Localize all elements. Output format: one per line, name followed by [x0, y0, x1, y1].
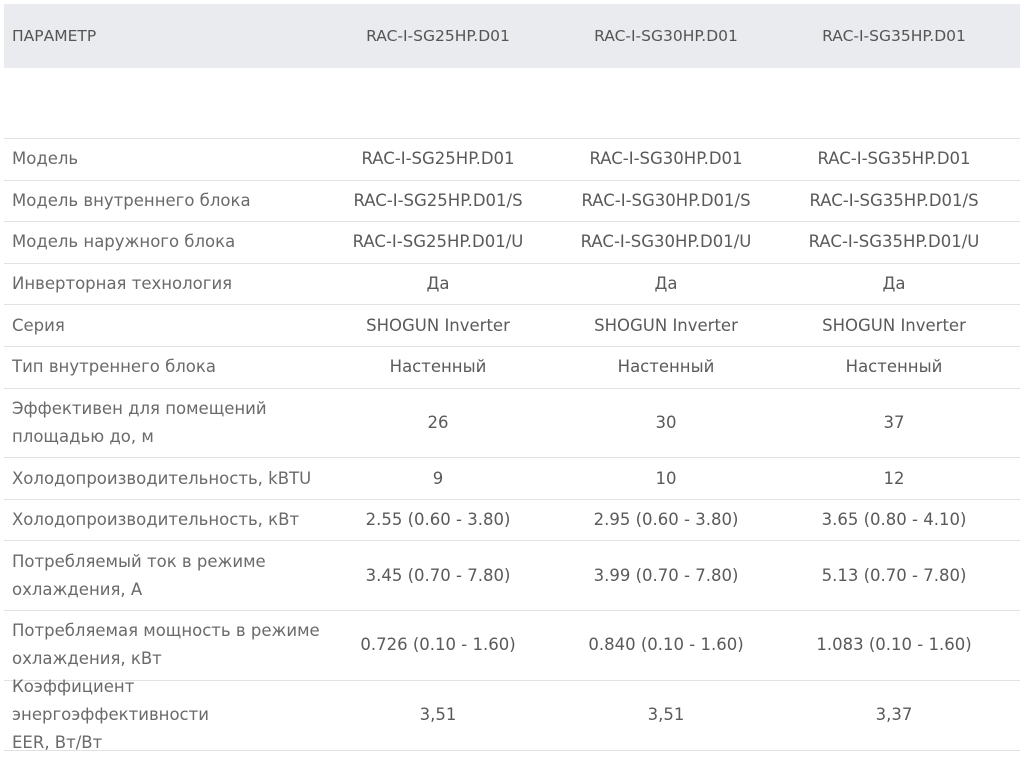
row-label: Потребляемая мощность в режиме охлаждени…: [4, 617, 324, 673]
row-label-line: EER, Вт/Вт: [12, 733, 103, 753]
row-value: 10: [655, 468, 677, 488]
row-label-line: площадью до, м: [12, 426, 154, 446]
row-value: 1.083 (0.10 - 1.60): [816, 635, 972, 655]
row-value: RAC-I-SG25HP.D01/S: [353, 190, 523, 210]
table-row: Серия SHOGUN Inverter SHOGUN Inverter SH…: [4, 305, 1020, 347]
header-model-1: RAC-I-SG25HP.D01: [366, 27, 510, 45]
table-row: Потребляемый ток в режиме охлаждения, А …: [4, 541, 1020, 612]
row-label-line: охлаждения, кВт: [12, 649, 162, 669]
row-value: SHOGUN Inverter: [822, 315, 966, 335]
header-model-3: RAC-I-SG35HP.D01: [822, 27, 966, 45]
header-param-label: ПАРАМЕТР: [12, 27, 97, 45]
row-value: RAC-I-SG30HP.D01/U: [580, 232, 752, 252]
row-value: 3,37: [875, 705, 913, 725]
table-row: Эффективен для помещений площадью до, м …: [4, 389, 1020, 459]
table-row: Модель RAC-I-SG25HP.D01 RAC-I-SG30HP.D01…: [4, 139, 1020, 181]
row-label-line: охлаждения, А: [12, 579, 143, 599]
table-row: Инверторная технология Да Да Да: [4, 264, 1020, 306]
row-value: 2.55 (0.60 - 3.80): [365, 510, 511, 530]
row-value: 3.45 (0.70 - 7.80): [365, 565, 511, 585]
row-value: Настенный: [617, 357, 715, 377]
row-value: Настенный: [845, 357, 943, 377]
table-row: Холодопроизводительность, кВт 2.55 (0.60…: [4, 500, 1020, 542]
row-label: Коэффициент энергоэффективности EER, Вт/…: [4, 673, 324, 757]
row-value: 3.65 (0.80 - 4.10): [821, 510, 967, 530]
row-value: 3,51: [647, 705, 685, 725]
table-row: Тип внутреннего блока Настенный Настенны…: [4, 347, 1020, 389]
row-value: RAC-I-SG30HP.D01: [589, 149, 743, 169]
row-value: 9: [432, 468, 444, 488]
row-label: Потребляемый ток в режиме охлаждения, А: [4, 548, 324, 604]
row-label: Модель: [12, 149, 79, 169]
row-value: SHOGUN Inverter: [366, 315, 510, 335]
table-row: Модель внутреннего блока RAC-I-SG25HP.D0…: [4, 181, 1020, 223]
row-label-line: Коэффициент энергоэффективности: [12, 677, 209, 725]
row-value: RAC-I-SG35HP.D01: [817, 149, 971, 169]
table-row: Коэффициент энергоэффективности EER, Вт/…: [4, 677, 1020, 752]
row-value: 3.99 (0.70 - 7.80): [593, 565, 739, 585]
row-value: 26: [427, 412, 449, 432]
row-value: 12: [883, 468, 905, 488]
row-value: RAC-I-SG25HP.D01: [361, 149, 515, 169]
row-label: Тип внутреннего блока: [12, 357, 216, 377]
row-label: Холодопроизводительность, kBTU: [12, 468, 312, 488]
row-label: Инверторная технология: [12, 274, 233, 294]
row-label: Модель наружного блока: [12, 232, 236, 252]
spec-table: Модель RAC-I-SG25HP.D01 RAC-I-SG30HP.D01…: [4, 138, 1020, 752]
row-value: Да: [426, 274, 450, 294]
row-value: 30: [655, 412, 677, 432]
row-label: Эффективен для помещений площадью до, м: [4, 395, 324, 451]
row-value: 37: [883, 412, 905, 432]
row-value: Да: [882, 274, 906, 294]
row-value: 2.95 (0.60 - 3.80): [593, 510, 739, 530]
row-label-line: Эффективен для помещений: [12, 398, 267, 418]
row-value: RAC-I-SG25HP.D01/U: [352, 232, 524, 252]
table-row: Модель наружного блока RAC-I-SG25HP.D01/…: [4, 222, 1020, 264]
row-label: Серия: [12, 315, 65, 335]
row-label: Модель внутреннего блока: [12, 190, 251, 210]
row-value: 5.13 (0.70 - 7.80): [821, 565, 967, 585]
row-value: Да: [654, 274, 678, 294]
row-value: 3,51: [419, 705, 457, 725]
row-label-line: Потребляемая мощность в режиме: [12, 621, 320, 641]
row-value: RAC-I-SG35HP.D01/U: [808, 232, 980, 252]
row-value: SHOGUN Inverter: [594, 315, 738, 335]
row-label: Холодопроизводительность, кВт: [12, 510, 300, 530]
row-value: RAC-I-SG35HP.D01/S: [809, 190, 979, 210]
row-label-line: Потребляемый ток в режиме: [12, 551, 266, 571]
row-value: RAC-I-SG30HP.D01/S: [581, 190, 751, 210]
table-row: Холодопроизводительность, kBTU 9 10 12: [4, 458, 1020, 500]
table-header: ПАРАМЕТР RAC-I-SG25HP.D01 RAC-I-SG30HP.D…: [4, 4, 1020, 68]
row-value: 0.840 (0.10 - 1.60): [588, 635, 744, 655]
row-value: Настенный: [389, 357, 487, 377]
table-row: Потребляемая мощность в режиме охлаждени…: [4, 611, 1020, 681]
header-model-2: RAC-I-SG30HP.D01: [594, 27, 738, 45]
row-value: 0.726 (0.10 - 1.60): [360, 635, 516, 655]
